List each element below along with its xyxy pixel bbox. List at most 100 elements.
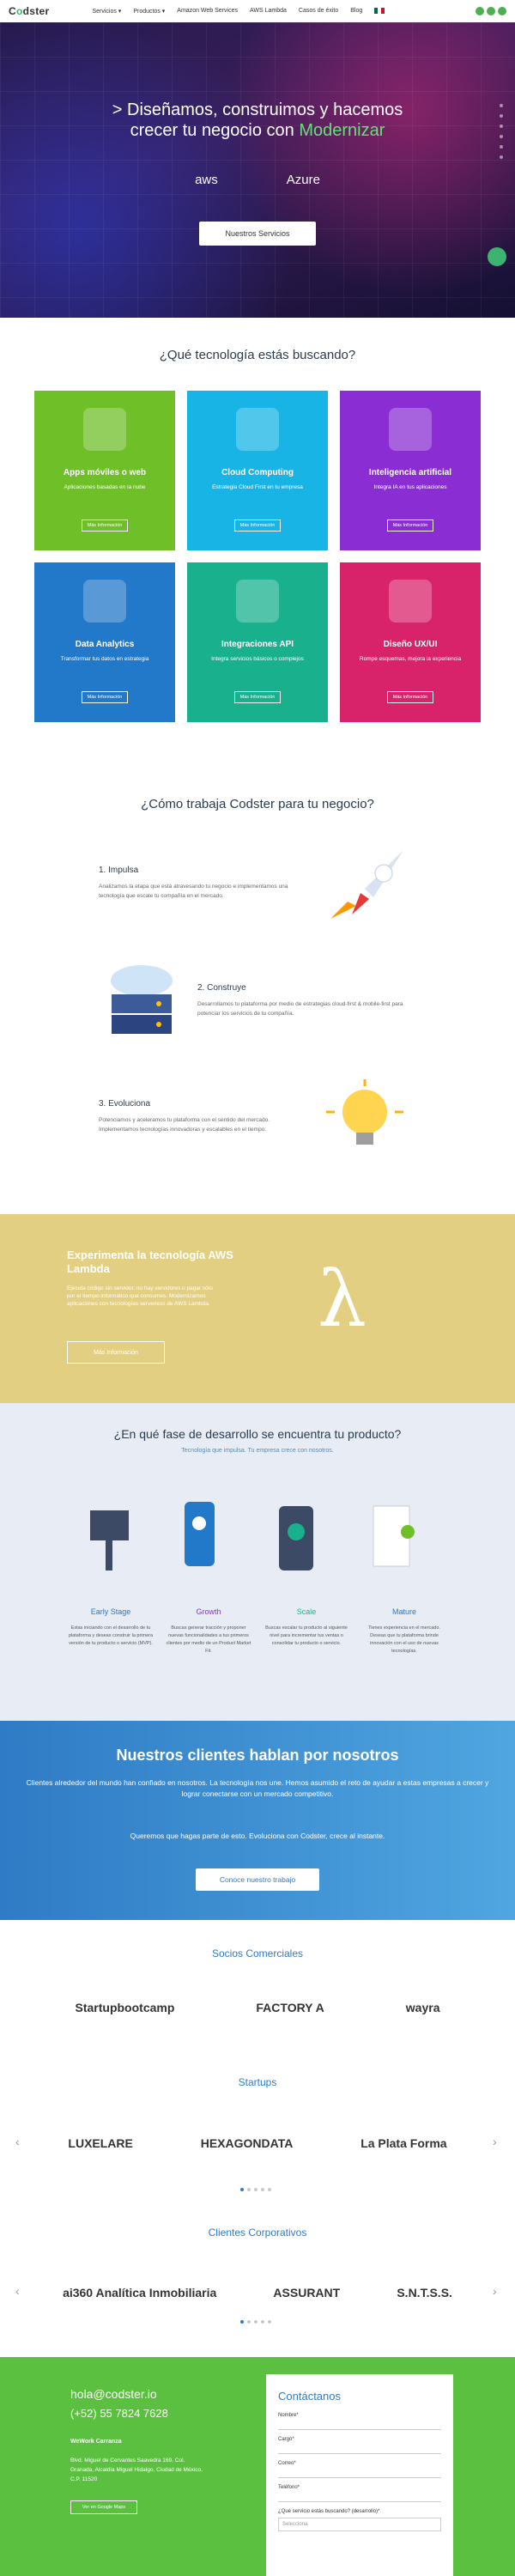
card-more-button[interactable]: Más Información	[387, 691, 433, 703]
phone-field[interactable]	[278, 2490, 441, 2502]
form-title: Contáctanos	[278, 2390, 341, 2403]
google-maps-button[interactable]: Ver en Google Maps	[70, 2500, 137, 2514]
phase-subheading: Tecnología que impulsa. Tu empresa crece…	[181, 1448, 334, 1454]
our-work-button[interactable]: Conoce nuestro trabajo	[196, 1868, 319, 1891]
clients-section: Nuestros clientes hablan por nosotros Cl…	[0, 1721, 515, 1920]
tech-heading: ¿Qué tecnología estás buscando?	[159, 348, 356, 362]
next-arrow-icon[interactable]: ›	[493, 2135, 497, 2148]
step-impulsa: 1. Impulsa Analizamos la etapa que está …	[99, 866, 288, 899]
card-more-button[interactable]: Más Información	[234, 519, 281, 532]
phase-heading: ¿En qué fase de desarrollo se encuentra …	[113, 1427, 402, 1441]
lambda-more-button[interactable]: Más Información	[67, 1341, 165, 1364]
chat-icon[interactable]	[488, 247, 506, 266]
card-illustration	[83, 580, 126, 623]
server-illustration	[99, 962, 185, 1043]
phase-title: Mature	[391, 1607, 416, 1616]
linkedin-icon[interactable]	[476, 7, 484, 15]
card-desc: Integra servicios básicos o complejos	[211, 656, 304, 662]
phase-column: Growth Buscas generar tracción y proponer…	[165, 1607, 252, 1656]
menu-item-servicios[interactable]: Servicios ▾	[92, 8, 121, 15]
partners-logos: Startupbootcamp FACTORY A wayra	[0, 2001, 515, 2014]
card-illustration	[236, 580, 279, 623]
tech-card[interactable]: Diseño UX/UI Rompe esquemas, mejora la ex…	[340, 562, 481, 722]
rocket-illustration	[322, 846, 416, 927]
service-select[interactable]: Selecciona	[278, 2518, 441, 2531]
card-more-button[interactable]: Más Información	[82, 691, 128, 703]
top-nav: Codster Servicios ▾ Productos ▾ Amazon W…	[0, 0, 515, 22]
logo-assurant[interactable]: ASSURANT	[273, 2286, 340, 2300]
contact-email[interactable]: hola@codster.io	[70, 2387, 157, 2401]
tech-card[interactable]: Cloud Computing Estrategia Cloud First en…	[187, 391, 328, 550]
card-illustration	[83, 408, 126, 451]
section-dots	[500, 104, 503, 159]
contact-form: Contáctanos Nombre* Cargo* Correo* Teléf…	[266, 2374, 453, 2576]
card-desc: Estrategia Cloud First en tu empresa	[212, 484, 303, 490]
next-arrow-icon[interactable]: ›	[493, 2284, 497, 2298]
contact-phone[interactable]: (+52) 55 7824 7628	[70, 2407, 168, 2420]
card-title: Apps móviles o web	[63, 468, 147, 477]
card-illustration	[389, 408, 432, 451]
corporate-pagination	[240, 2320, 271, 2324]
tech-card[interactable]: Data Analytics Transformar tus datos en e…	[34, 562, 175, 722]
menu-item-productos[interactable]: Productos ▾	[133, 8, 165, 15]
menu-item-lambda[interactable]: AWS Lambda	[250, 8, 287, 15]
main-menu: Servicios ▾ Productos ▾ Amazon Web Servi…	[92, 8, 385, 15]
card-title: Cloud Computing	[221, 468, 294, 477]
lambda-section: Experimenta la tecnología AWS Lambda Eje…	[0, 1214, 515, 1403]
card-desc: Transformar tus datos en estrategia	[60, 656, 149, 662]
hero-title: > Diseñamos, construimos y hacemos crecer…	[112, 100, 403, 140]
startups-pagination	[240, 2188, 271, 2191]
phase-column: Early Stage Estas iniciando con el desarr…	[67, 1607, 154, 1656]
office-title: WeWork Carranza	[70, 2439, 122, 2445]
card-more-button[interactable]: Más Información	[82, 519, 128, 532]
menu-item-casos[interactable]: Casos de éxito	[299, 8, 338, 15]
codster-logo[interactable]: Codster	[9, 5, 49, 17]
phase-illustration	[90, 1502, 415, 1571]
footer: hola@codster.io (+52) 55 7824 7628 WeWor…	[0, 2357, 515, 2576]
phase-desc: Buscas generar tracción y proponer nueva…	[166, 1625, 251, 1654]
hero-section: > Diseñamos, construimos y hacemos crecer…	[0, 22, 515, 318]
name-field[interactable]	[278, 2418, 441, 2430]
phase-desc: Tienes experiencia en el mercado. Deseas…	[368, 1625, 440, 1654]
phase-section: ¿En qué fase de desarrollo se encuentra …	[0, 1403, 515, 1721]
cloud-logos: aws Azure	[0, 173, 515, 187]
logo-ai360[interactable]: ai360 Analítica Inmobiliaria	[63, 2286, 216, 2300]
hero-background	[0, 22, 515, 318]
menu-item-aws[interactable]: Amazon Web Services	[177, 8, 238, 15]
how-heading: ¿Cómo trabaja Codster para tu negocio?	[141, 797, 374, 811]
office-address: Blvd. Miguel de Cervantes Saavedra 169, …	[70, 2458, 203, 2482]
mexico-flag-icon[interactable]	[374, 8, 385, 14]
menu-item-blog[interactable]: Blog	[350, 8, 362, 15]
services-button[interactable]: Nuestros Servicios	[199, 222, 316, 246]
clients-text-2: Queremos que hagas parte de esto. Evoluc…	[130, 1832, 385, 1840]
phase-desc: Estas iniciando con el desarrollo de tu …	[68, 1625, 154, 1646]
phase-columns: Early Stage Estas iniciando con el desarr…	[67, 1607, 448, 1656]
logo-sntss[interactable]: S.N.T.S.S.	[397, 2286, 452, 2300]
card-desc: Rompe esquemas, mejora la experiencia	[359, 656, 462, 662]
logo-luxelare[interactable]: LUXELARE	[68, 2136, 132, 2150]
tech-card[interactable]: Integraciones API Integra servicios básic…	[187, 562, 328, 722]
logo-factorya[interactable]: FACTORY A	[256, 2001, 324, 2014]
email-field[interactable]	[278, 2466, 441, 2478]
lambda-icon: λ	[318, 1255, 367, 1345]
clients-text-1: Clientes alrededor del mundo han confiad…	[26, 1778, 489, 1798]
startups-label: Startups	[238, 2076, 277, 2088]
corporate-logos: ai360 Analítica Inmobiliaria ASSURANT S.…	[0, 2286, 515, 2300]
azure-logo: Azure	[286, 173, 320, 187]
corporate-label: Clientes Corporativos	[208, 2227, 307, 2239]
logo-wayra[interactable]: wayra	[406, 2001, 440, 2014]
logo-startupbootcamp[interactable]: Startupbootcamp	[76, 2001, 175, 2014]
card-more-button[interactable]: Más Información	[387, 519, 433, 532]
card-more-button[interactable]: Más Información	[234, 691, 281, 703]
tech-card[interactable]: Inteligencia artificial Integra IA en tus…	[340, 391, 481, 550]
logo-hexagondata[interactable]: HEXAGONDATA	[201, 2136, 294, 2150]
facebook-icon[interactable]	[498, 7, 506, 15]
logo-laplataforma[interactable]: La Plata Forma	[360, 2136, 446, 2150]
phase-title: Scale	[296, 1607, 317, 1616]
phase-column: Scale Buscas escalar tu producto al sigui…	[263, 1607, 350, 1656]
twitter-icon[interactable]	[487, 7, 495, 15]
card-title: Inteligencia artificial	[368, 468, 452, 477]
tech-card[interactable]: Apps móviles o web Aplicaciones basadas e…	[34, 391, 175, 550]
card-desc: Integra IA en tus aplicaciones	[373, 484, 447, 490]
position-field[interactable]	[278, 2442, 441, 2454]
